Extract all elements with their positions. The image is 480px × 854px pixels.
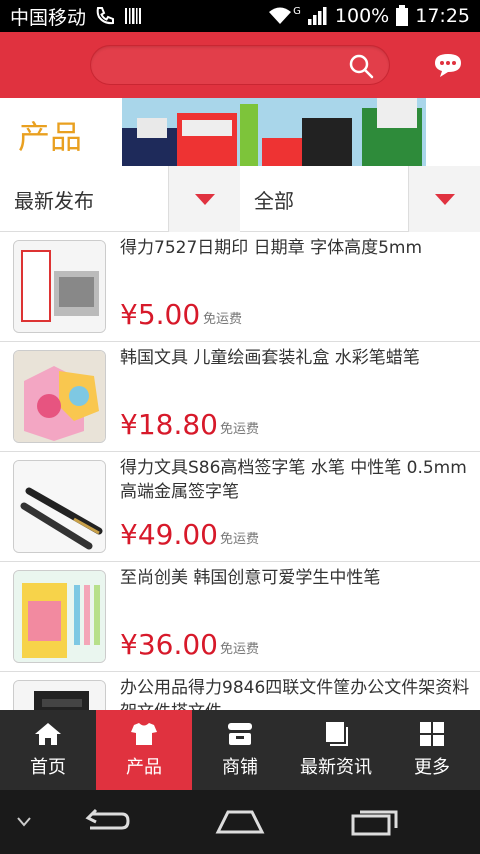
battery-percent: 100%: [334, 5, 390, 27]
category-banner: 产品: [0, 98, 480, 166]
sort-filter[interactable]: 最新发布: [14, 166, 94, 232]
nav-products[interactable]: 产品: [96, 710, 192, 790]
list-item[interactable]: 韩国文具 儿童绘画套装礼盒 水彩笔蜡笔 ¥18.80 免运费: [0, 342, 480, 452]
category-filter[interactable]: 全部: [254, 166, 294, 232]
chat-icon[interactable]: [434, 52, 462, 78]
bottom-nav: 首页 产品 商铺 最新资讯 更多: [0, 710, 480, 790]
nav-more[interactable]: 更多: [384, 710, 480, 790]
shipping-label: 免运费: [220, 642, 260, 657]
shipping-label: 免运费: [220, 422, 260, 437]
list-item[interactable]: 得力文具S86高档签字笔 水笔 中性笔 0.5mm高端金属签字笔 ¥49.00 …: [0, 452, 480, 562]
product-name: 得力文具S86高档签字笔 水笔 中性笔 0.5mm高端金属签字笔: [120, 458, 467, 502]
category-dropdown-button[interactable]: [408, 166, 480, 232]
nav-products-label: 产品: [126, 757, 162, 778]
chevron-down-icon: [435, 194, 455, 205]
product-price: ¥18.80: [120, 408, 218, 441]
nav-store[interactable]: 商铺: [192, 710, 288, 790]
shipping-label: 免运费: [203, 312, 243, 327]
phone-icon: [96, 7, 115, 25]
nav-news[interactable]: 最新资讯: [288, 710, 384, 790]
product-name: 办公用品得力9846四联文件筐办公文件架资料架文件搭文件: [120, 678, 470, 710]
product-thumbnail: [13, 240, 106, 333]
carrier-label: 中国移动: [10, 6, 87, 29]
product-name: 得力7527日期印 日期章 字体高度5mm: [120, 238, 423, 258]
product-thumbnail: [13, 570, 106, 663]
list-item[interactable]: 办公用品得力9846四联文件筐办公文件架资料架文件搭文件: [0, 672, 480, 710]
home-button-icon[interactable]: [214, 808, 266, 836]
search-input[interactable]: [90, 45, 390, 85]
clock: 17:25: [415, 5, 470, 27]
grid-icon: [420, 722, 444, 746]
home-icon: [35, 723, 61, 745]
product-price: ¥49.00: [120, 518, 218, 551]
category-filter-label: 全部: [254, 188, 294, 213]
battery-icon: [396, 5, 409, 26]
search-icon[interactable]: [348, 53, 374, 79]
back-icon[interactable]: [82, 808, 130, 836]
category-title: 产品: [18, 118, 83, 156]
product-price: ¥36.00: [120, 628, 218, 661]
chevron-down-icon: [195, 194, 215, 205]
barcode-icon: [125, 8, 142, 24]
news-icon: [326, 722, 348, 746]
product-list: 得力7527日期印 日期章 字体高度5mm ¥5.00 免运费 韩国文具 儿童绘…: [0, 232, 480, 710]
product-thumbnail: [13, 680, 106, 710]
list-item[interactable]: 至尚创美 韩国创意可爱学生中性笔 ¥36.00 免运费: [0, 562, 480, 672]
banner-image: [122, 98, 426, 166]
product-price: ¥5.00: [120, 298, 201, 331]
chevron-down-icon[interactable]: [16, 816, 32, 828]
nav-news-label: 最新资讯: [300, 757, 372, 778]
signal-icon: [307, 7, 327, 25]
sort-dropdown-button[interactable]: [168, 166, 240, 232]
product-thumbnail: [13, 350, 106, 443]
filter-bar: 最新发布 全部: [0, 166, 480, 232]
product-thumbnail: [13, 460, 106, 553]
recent-apps-icon[interactable]: [350, 808, 400, 836]
shipping-label: 免运费: [220, 532, 260, 547]
store-icon: [228, 723, 252, 745]
nav-store-label: 商铺: [222, 757, 258, 778]
network-type: G: [293, 5, 301, 17]
system-nav-bar: [0, 790, 480, 854]
product-name: 至尚创美 韩国创意可爱学生中性笔: [120, 568, 381, 588]
app-header: [0, 32, 480, 98]
product-name: 韩国文具 儿童绘画套装礼盒 水彩笔蜡笔: [120, 348, 420, 368]
sort-filter-label: 最新发布: [14, 188, 94, 213]
nav-more-label: 更多: [414, 757, 450, 778]
list-item[interactable]: 得力7527日期印 日期章 字体高度5mm ¥5.00 免运费: [0, 232, 480, 342]
nav-home-label: 首页: [30, 757, 66, 778]
wifi-icon: [269, 7, 292, 24]
nav-home[interactable]: 首页: [0, 710, 96, 790]
tshirt-icon: [131, 723, 157, 745]
status-bar: 中国移动 G 100% 17:25: [0, 0, 480, 32]
